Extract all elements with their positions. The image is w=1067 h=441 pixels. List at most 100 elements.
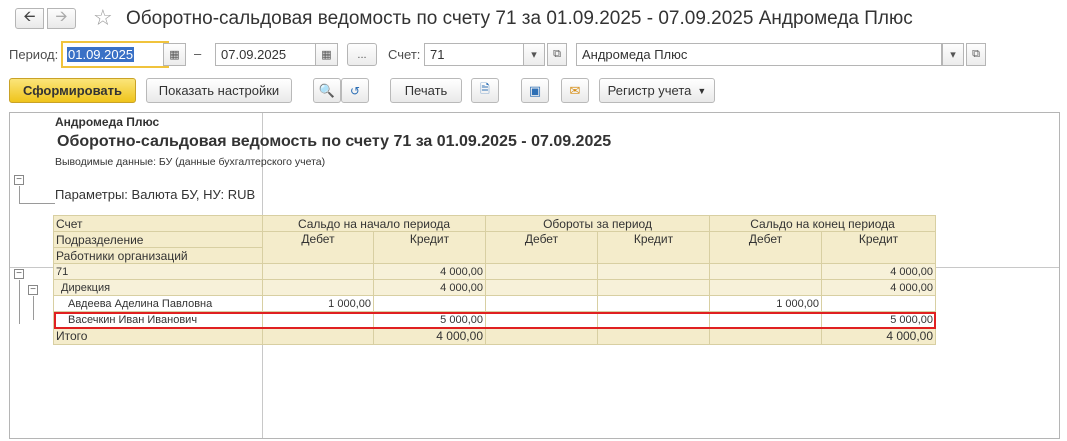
registry-label: Регистр учета: [607, 83, 692, 98]
save-button[interactable]: ▣: [521, 78, 549, 103]
report-organization: Андромеда Плюс: [55, 115, 160, 129]
header-closing-debit: Дебет: [709, 231, 823, 264]
print-preview-icon: 🗎: [480, 82, 490, 96]
title-bar: 🡨 🡪 ☆ Оборотно-сальдовая ведомость по сч…: [0, 0, 1067, 38]
print-button[interactable]: Печать: [390, 78, 462, 103]
opening-credit: 4 000,00: [373, 263, 486, 280]
turnover-credit: [596, 263, 711, 280]
header-department: Подразделение: [53, 231, 263, 248]
floppy-disk-icon: ▣: [528, 82, 542, 98]
closing-debit: [709, 263, 823, 280]
closing-credit: 4 000,00: [821, 279, 937, 296]
preview-button[interactable]: 🗎: [471, 78, 499, 103]
collapse-header-icon[interactable]: −: [14, 175, 24, 185]
organization-field[interactable]: Андромеда Плюс: [576, 43, 942, 66]
chevron-down-icon: ▾: [950, 49, 956, 61]
opening-credit: [373, 295, 486, 312]
tree-line: [19, 186, 20, 203]
date-to-field[interactable]: 07.09.2025: [215, 43, 316, 66]
row-highlight-frame: [54, 312, 936, 329]
header-turnover-credit: Кредит: [596, 231, 711, 264]
opening-credit: 4 000,00: [373, 279, 486, 296]
closing-credit: [821, 295, 937, 312]
total-row[interactable]: Итого 4 000,00 4 000,00: [53, 327, 937, 345]
header-opening-credit: Кредит: [373, 231, 486, 264]
arrow-left-icon: 🡨: [23, 8, 36, 25]
email-button[interactable]: ✉: [561, 78, 589, 103]
tree-line: [19, 280, 20, 324]
table-row[interactable]: Авдеева Аделина Павловна 1 000,00 1 000,…: [53, 295, 937, 312]
closing-credit: 4 000,00: [821, 263, 937, 280]
collapse-account-icon[interactable]: −: [14, 269, 24, 279]
tree-line: [33, 296, 34, 320]
closing-debit: [709, 279, 823, 296]
total-closing-debit: [709, 327, 823, 345]
calendar-icon: ▦: [321, 49, 332, 61]
header-closing: Сальдо на конец периода: [709, 215, 937, 232]
envelope-icon: ✉: [569, 82, 581, 98]
turnover-debit: [485, 263, 598, 280]
total-opening-credit: 4 000,00: [373, 327, 486, 345]
table-row[interactable]: Дирекция 4 000,00 4 000,00: [53, 279, 937, 296]
chevron-down-icon: ▾: [531, 49, 537, 61]
account-field[interactable]: 71: [424, 43, 524, 66]
opening-debit: [262, 279, 374, 296]
opening-debit: 1 000,00: [262, 295, 374, 312]
report-output-data: Выводимые данные: БУ (данные бухгалтерск…: [55, 156, 326, 168]
search-gear-icon: ↺: [349, 83, 361, 98]
header-turnover-debit: Дебет: [485, 231, 598, 264]
show-settings-button[interactable]: Показать настройки: [146, 78, 292, 103]
total-opening-debit: [262, 327, 374, 345]
calendar-to-button[interactable]: ▦: [315, 43, 338, 66]
arrow-right-icon: 🡪: [55, 8, 68, 25]
search-button[interactable]: 🔍: [313, 78, 341, 103]
row-name: Дирекция: [53, 279, 263, 296]
turnover-debit: [485, 279, 598, 296]
organization-dropdown-button[interactable]: ▾: [942, 43, 964, 66]
header-account: Счет: [53, 215, 263, 232]
calendar-from-button[interactable]: ▦: [163, 43, 186, 66]
period-dash: –: [194, 46, 202, 61]
search-settings-button[interactable]: ↺: [341, 78, 369, 103]
table-row[interactable]: 71 4 000,00 4 000,00: [53, 263, 937, 280]
date-from-value: 01.09.2025: [67, 47, 135, 62]
date-from-field[interactable]: 01.09.2025: [61, 41, 169, 68]
generate-button[interactable]: Сформировать: [9, 78, 136, 103]
account-label: Счет:: [388, 47, 421, 62]
header-closing-credit: Кредит: [821, 231, 937, 264]
turnover-debit: [485, 295, 598, 312]
closing-debit: 1 000,00: [709, 295, 823, 312]
window-title: Оборотно-сальдовая ведомость по счету 71…: [126, 8, 913, 29]
total-turnover-debit: [485, 327, 598, 345]
turnover-credit: [596, 295, 711, 312]
total-turnover-credit: [596, 327, 711, 345]
open-icon: ⧉: [553, 48, 561, 60]
registry-button[interactable]: Регистр учета ▼: [599, 78, 715, 103]
open-icon: ⧉: [972, 48, 980, 60]
row-name: 71: [53, 263, 263, 280]
turnover-credit: [596, 279, 711, 296]
search-icon: 🔍: [318, 82, 336, 98]
header-employees: Работники организаций: [53, 247, 263, 264]
opening-debit: [262, 263, 374, 280]
report-parameters: Параметры: Валюта БУ, НУ: RUB: [55, 187, 256, 202]
calendar-icon: ▦: [169, 49, 180, 61]
organization-open-button[interactable]: ⧉: [966, 43, 986, 66]
header-opening-debit: Дебет: [262, 231, 374, 264]
collapse-department-icon[interactable]: −: [28, 285, 38, 295]
chevron-down-icon: ▼: [697, 85, 707, 96]
row-name: Авдеева Аделина Павловна: [53, 295, 263, 312]
period-choose-button[interactable]: ...: [347, 43, 377, 66]
report-area[interactable]: Андромеда Плюс Оборотно-сальдовая ведомо…: [9, 112, 1060, 439]
account-dropdown-button[interactable]: ▾: [523, 43, 545, 66]
report-title: Оборотно-сальдовая ведомость по счету 71…: [57, 133, 612, 150]
header-opening: Сальдо на начало периода: [262, 215, 486, 232]
forward-button[interactable]: 🡪: [47, 8, 76, 29]
back-button[interactable]: 🡨: [15, 8, 44, 29]
tree-line: [19, 203, 55, 204]
account-open-button[interactable]: ⧉: [547, 43, 567, 66]
period-label: Период:: [9, 47, 59, 62]
header-turnover: Обороты за период: [484, 215, 711, 232]
star-icon[interactable]: ☆: [93, 5, 113, 31]
total-closing-credit: 4 000,00: [821, 327, 937, 345]
